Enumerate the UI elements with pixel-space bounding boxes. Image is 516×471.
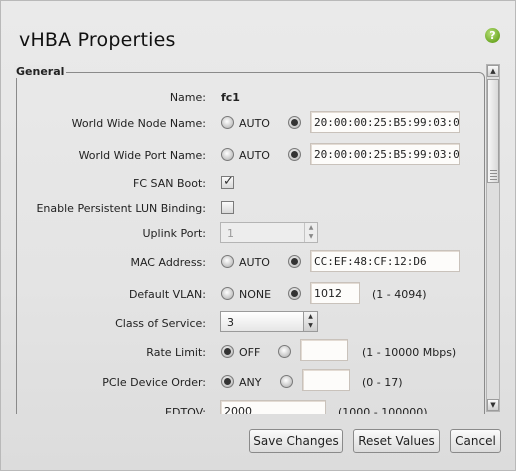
rate-limit-range: (1 - 10000 Mbps) [362,346,457,359]
mac-auto-radio[interactable] [221,255,234,268]
checkmark-icon: ✓ [223,174,234,189]
name-label: Name: [169,91,206,104]
edtov-label: EDTOV: [165,406,206,414]
pcie-order-input[interactable] [302,369,350,391]
wwpn-label: World Wide Port Name: [78,149,206,162]
pcie-any-radio[interactable] [221,375,234,388]
vertical-scrollbar[interactable]: ▲ ▼ [486,64,500,412]
pcie-any-label: ANY [239,376,262,389]
rate-limit-label: Rate Limit: [146,346,206,359]
class-of-service-value: 3 [227,316,234,329]
mac-address-label: MAC Address: [130,256,206,269]
default-vlan-range: (1 - 4094) [372,288,427,301]
rate-limit-off-radio[interactable] [221,345,234,358]
pcie-manual-radio[interactable] [280,375,293,388]
properties-scroll-area: General Name: fc1 World Wide Node Name: … [9,61,502,414]
name-value: fc1 [221,91,240,104]
scrollbar-thumb[interactable] [487,79,499,183]
wwnn-auto-radio[interactable] [221,116,234,129]
edtov-range: (1000 - 100000) [338,406,428,414]
mac-auto-label: AUTO [239,256,270,269]
pcie-order-range: (0 - 17) [362,376,403,389]
mac-manual-radio[interactable] [288,255,301,268]
class-of-service-select[interactable]: 3 ▲ ▼ [220,311,318,332]
select-arrows-icon[interactable]: ▲ ▼ [303,312,317,331]
edtov-input[interactable]: 2000 [220,400,326,414]
save-changes-button[interactable]: Save Changes [249,429,343,453]
spinner-arrows-icon[interactable]: ▲ ▼ [304,223,317,242]
cancel-button[interactable]: Cancel [450,429,501,453]
persistent-lun-checkbox[interactable] [221,201,234,214]
fc-san-boot-label: FC SAN Boot: [133,177,206,190]
default-vlan-label: Default VLAN: [128,288,206,301]
pcie-order-label: PCIe Device Order: [102,376,206,389]
wwpn-input[interactable]: 20:00:00:25:B5:99:03:0 [310,143,460,165]
class-of-service-label: Class of Service: [115,317,206,330]
wwpn-auto-radio[interactable] [221,148,234,161]
mac-address-input[interactable]: CC:EF:48:CF:12:D6 [310,250,460,272]
dialog-title: vHBA Properties [19,29,176,51]
reset-values-button[interactable]: Reset Values [353,429,440,453]
vhba-properties-dialog: vHBA Properties ? General Name: fc1 Worl… [0,0,516,471]
scroll-down-icon[interactable]: ▼ [487,399,499,411]
wwpn-auto-label: AUTO [239,149,270,162]
wwnn-auto-label: AUTO [239,117,270,130]
rate-limit-input[interactable] [300,339,348,361]
wwnn-manual-radio[interactable] [288,116,301,129]
vlan-none-label: NONE [239,288,272,301]
uplink-port-spinner[interactable]: 1 ▲ ▼ [220,222,318,243]
persistent-lun-label: Enable Persistent LUN Binding: [36,202,206,215]
wwnn-label: World Wide Node Name: [71,117,206,130]
vlan-none-radio[interactable] [221,287,234,300]
vlan-manual-radio[interactable] [288,287,301,300]
uplink-port-label: Uplink Port: [142,227,207,240]
general-legend: General [14,65,67,78]
scroll-up-icon[interactable]: ▲ [487,65,499,77]
fc-san-boot-checkbox[interactable]: ✓ [221,174,234,189]
wwpn-manual-radio[interactable] [288,148,301,161]
default-vlan-input[interactable]: 1012 [310,282,360,304]
rate-limit-manual-radio[interactable] [278,345,291,358]
wwnn-input[interactable]: 20:00:00:25:B5:99:03:0 [310,111,460,133]
uplink-port-value: 1 [227,227,234,240]
question-icon[interactable]: ? [485,28,500,43]
rate-limit-off-label: OFF [239,346,261,359]
